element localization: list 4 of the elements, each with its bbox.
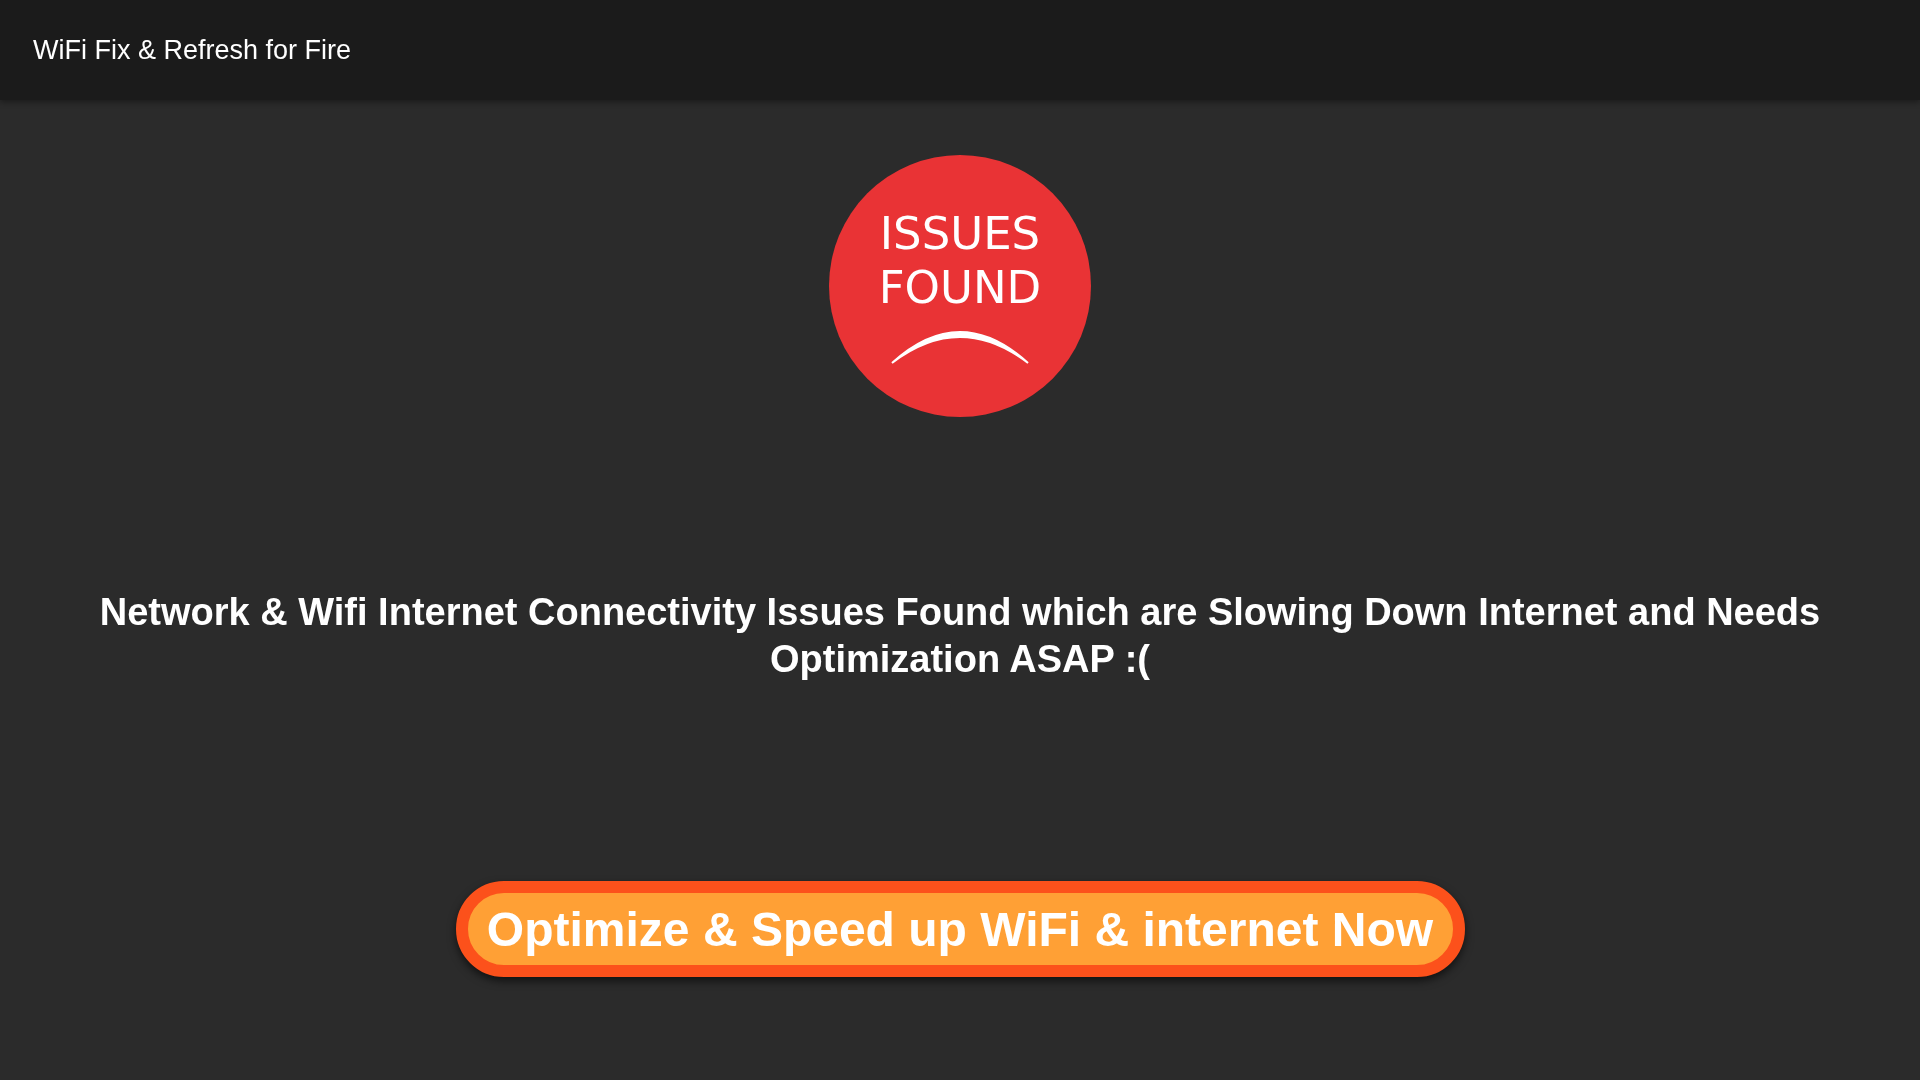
badge-text: ISSUES FOUND: [878, 207, 1042, 315]
status-message: Network & Wifi Internet Connectivity Issues Found which are Slowing Down Internet and Needs Optimization ASAP :(: [98, 590, 1822, 682]
optimize-button[interactable]: Optimize & Speed up WiFi & internet Now: [455, 881, 1465, 977]
app-title: WiFi Fix & Refresh for Fire: [33, 34, 352, 66]
